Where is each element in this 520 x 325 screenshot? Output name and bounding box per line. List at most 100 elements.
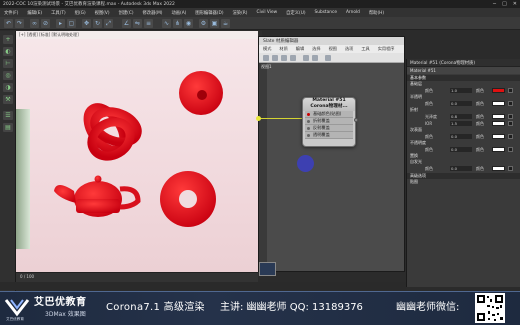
menu-graph-editors[interactable]: 图形编辑器(D) — [195, 10, 223, 16]
select-icon[interactable]: ▸ — [56, 19, 65, 28]
param-spinner[interactable]: 0.0 — [450, 134, 472, 139]
curve-editor-icon[interactable]: ∿ — [162, 19, 171, 28]
slate-navigator-thumbnail[interactable] — [259, 262, 276, 276]
unlink-icon[interactable]: ⊘ — [41, 19, 50, 28]
slate-titlebar[interactable]: Slate 材质编辑器 — [259, 37, 404, 45]
node-output-socket[interactable] — [354, 118, 358, 122]
mirror-icon[interactable]: ⇋ — [133, 19, 142, 28]
menu-help[interactable]: 帮助(H) — [369, 10, 384, 16]
maximize-button[interactable]: □ — [502, 1, 507, 7]
socket-icon[interactable] — [307, 134, 310, 137]
color-swatch[interactable] — [492, 101, 505, 106]
slate-view-tab[interactable]: 视图1 — [261, 64, 272, 70]
material-node[interactable]: Material #51 Corona物理材... 基础颜色(贴图) 折射覆盖 … — [302, 97, 358, 147]
layout-icon[interactable] — [325, 55, 331, 61]
map-slot-button[interactable] — [508, 147, 513, 152]
render-icon[interactable]: ☕ — [221, 19, 230, 28]
rotate-icon[interactable]: ↻ — [93, 19, 102, 28]
map-slot-button[interactable] — [508, 114, 513, 119]
menu-animation[interactable]: 动画(A) — [171, 10, 186, 16]
color-swatch[interactable] — [492, 121, 505, 126]
show-background-icon[interactable] — [312, 55, 318, 61]
param-spinner[interactable]: 1.0 — [450, 88, 472, 93]
map-slot-button[interactable] — [508, 101, 513, 106]
menu-modifiers[interactable]: 修改器(M) — [143, 10, 163, 16]
param-spinner[interactable]: 0.0 — [450, 166, 472, 171]
menu-civil-view[interactable]: Civil View — [256, 10, 277, 15]
scale-icon[interactable]: ⤢ — [104, 19, 113, 28]
color-swatch[interactable] — [492, 166, 505, 171]
render-setup-icon[interactable]: ⚙ — [199, 19, 208, 28]
color-swatch[interactable] — [492, 134, 505, 139]
assign-material-icon[interactable] — [272, 55, 278, 61]
viewport-label[interactable]: [+] [透视] [标准] [默认明暗处理] — [19, 32, 79, 38]
map-slot-button[interactable] — [508, 166, 513, 171]
menu-customize[interactable]: 自定义(U) — [286, 10, 305, 16]
slate-menu-edit[interactable]: 编辑 — [296, 46, 304, 52]
align-icon[interactable]: ≡ — [144, 19, 153, 28]
color-swatch[interactable] — [492, 114, 505, 119]
move-children-icon[interactable] — [290, 55, 296, 61]
close-button[interactable]: ✕ — [513, 1, 517, 7]
node-slot-reflection[interactable]: 反射覆盖 — [305, 125, 353, 132]
menu-substance[interactable]: Substance — [315, 10, 337, 15]
pick-material-icon[interactable] — [263, 55, 269, 61]
hierarchy-panel-icon[interactable]: ⊢ — [3, 59, 13, 68]
slate-menu-select[interactable]: 选择 — [312, 46, 320, 52]
slate-menu-modes[interactable]: 模式 — [263, 46, 271, 52]
show-map-icon[interactable] — [303, 55, 309, 61]
menu-arnold[interactable]: Arnold — [346, 10, 360, 15]
map-slot-button[interactable] — [508, 134, 513, 139]
map-slot-button[interactable] — [508, 121, 513, 126]
render-frame-icon[interactable]: ▣ — [210, 19, 219, 28]
material-editor-icon[interactable]: ◉ — [184, 19, 193, 28]
timeline-slider[interactable] — [16, 272, 258, 282]
display-panel-icon[interactable]: ◑ — [3, 83, 13, 92]
slate-menu-view[interactable]: 视图 — [329, 46, 337, 52]
map-slot-button[interactable] — [508, 88, 513, 93]
menu-create[interactable]: 创建(C) — [119, 10, 134, 16]
slate-menu-utilities[interactable]: 实用程序 — [378, 46, 395, 52]
menu-edit[interactable]: 编辑(E) — [27, 10, 42, 16]
socket-icon[interactable] — [307, 113, 310, 116]
render-viewport[interactable]: [+] [透视] [标准] [默认明暗处理] — [16, 31, 258, 272]
param-spinner[interactable]: 0.0 — [450, 101, 472, 106]
create-panel-icon[interactable]: + — [3, 35, 13, 44]
redo-icon[interactable]: ↷ — [15, 19, 24, 28]
select-region-icon[interactable]: ▢ — [67, 19, 76, 28]
motion-panel-icon[interactable]: ◎ — [3, 71, 13, 80]
menu-file[interactable]: 文件(F) — [4, 10, 18, 16]
link-icon[interactable]: ∞ — [30, 19, 39, 28]
slate-menu-options[interactable]: 选项 — [345, 46, 353, 52]
param-spinner[interactable]: 1.5 — [450, 121, 472, 126]
socket-icon[interactable] — [307, 127, 310, 130]
param-spinner[interactable]: 0.8 — [450, 114, 472, 119]
wire-endpoint[interactable] — [256, 116, 261, 121]
slate-menu-material[interactable]: 材质 — [279, 46, 287, 52]
node-slot-base-color[interactable]: 基础颜色(贴图) — [305, 111, 353, 118]
node-slot-opacity[interactable]: 透明覆盖 — [305, 132, 353, 139]
color-swatch[interactable] — [492, 88, 505, 93]
color-swatch[interactable] — [492, 147, 505, 152]
material-node-header[interactable]: Material #51 Corona物理材... — [303, 98, 355, 111]
socket-icon[interactable] — [307, 120, 310, 123]
minimize-button[interactable]: ─ — [493, 1, 496, 7]
scene-explorer-icon[interactable]: ☰ — [3, 111, 13, 120]
utilities-panel-icon[interactable]: ⚒ — [3, 95, 13, 104]
delete-icon[interactable] — [281, 55, 287, 61]
slate-node-canvas[interactable] — [259, 63, 404, 271]
menu-tools[interactable]: 工具(T) — [51, 10, 66, 16]
slate-menu-tools[interactable]: 工具 — [361, 46, 369, 52]
layer-explorer-icon[interactable]: ▤ — [3, 123, 13, 132]
menu-group[interactable]: 组(G) — [75, 10, 86, 16]
modify-panel-icon[interactable]: ◐ — [3, 47, 13, 56]
schematic-view-icon[interactable]: ⋔ — [173, 19, 182, 28]
snap-icon[interactable]: ∠ — [122, 19, 131, 28]
menu-views[interactable]: 视图(V) — [95, 10, 110, 16]
node-slot-refraction[interactable]: 折射覆盖 — [305, 118, 353, 125]
material-name-field[interactable]: Material #51 — [407, 67, 520, 74]
move-icon[interactable]: ✥ — [82, 19, 91, 28]
menu-rendering[interactable]: 渲染(R) — [233, 10, 248, 16]
param-spinner[interactable]: 0.0 — [450, 147, 472, 152]
undo-icon[interactable]: ↶ — [4, 19, 13, 28]
